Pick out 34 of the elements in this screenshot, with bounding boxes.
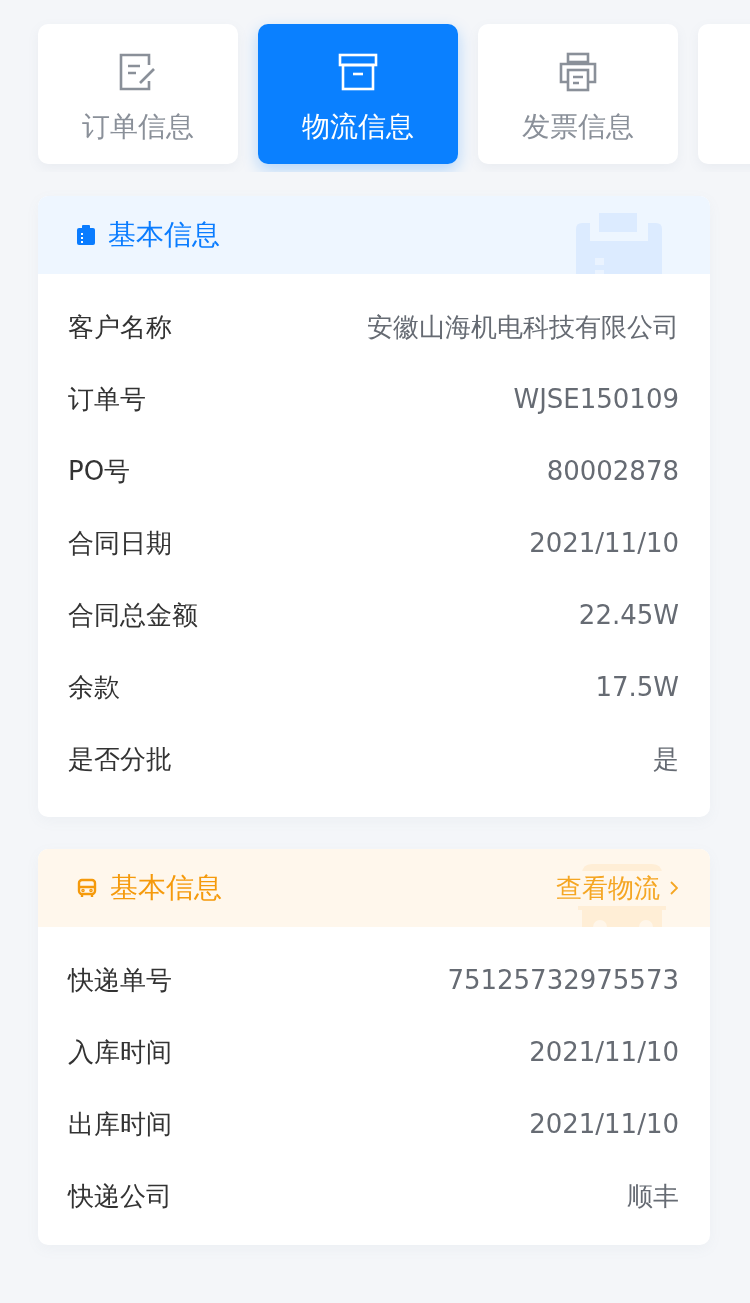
field-value: 安徽山海机电科技有限公司 [367,310,679,344]
view-logistics-link[interactable]: 查看物流 [556,870,678,906]
field-label: 合同总金额 [68,598,198,632]
section-title: 基本信息 [110,870,222,906]
field-value: 2021/11/10 [529,528,679,558]
field-label: PO号 [68,454,131,488]
field-label: 余款 [68,670,120,704]
field-label: 入库时间 [68,1035,172,1069]
field-value: 2021/11/10 [529,1037,679,1067]
field-label: 订单号 [68,382,146,416]
field-label: 快递公司 [68,1179,172,1213]
field-value: WJSE150109 [513,384,679,414]
clipboard-icon [77,225,95,245]
field-value: 17.5W [595,672,679,702]
tab-button[interactable]: 发票信息 [478,24,678,164]
field-value: 80002878 [546,456,679,486]
section-title: 基本信息 [108,217,220,253]
field-label: 合同日期 [68,526,172,560]
field-label: 出库时间 [68,1107,172,1141]
archive-box-icon [338,52,378,92]
field-value: 是 [653,742,679,776]
tab-button[interactable]: 订单信息 [38,24,238,164]
field-value: 顺丰 [627,1179,679,1213]
field-label: 客户名称 [68,310,172,344]
tab-button[interactable]: 物流信息 [258,24,458,164]
bus-icon [77,878,97,898]
printer-icon [558,52,598,92]
field-label: 是否分批 [68,742,172,776]
chevron-right-icon [670,881,678,895]
edit-document-icon [118,52,158,92]
field-value: 75125732975573 [447,965,679,995]
field-label: 快递单号 [68,963,172,997]
field-value: 2021/11/10 [529,1109,679,1139]
field-value: 22.45W [578,600,679,630]
